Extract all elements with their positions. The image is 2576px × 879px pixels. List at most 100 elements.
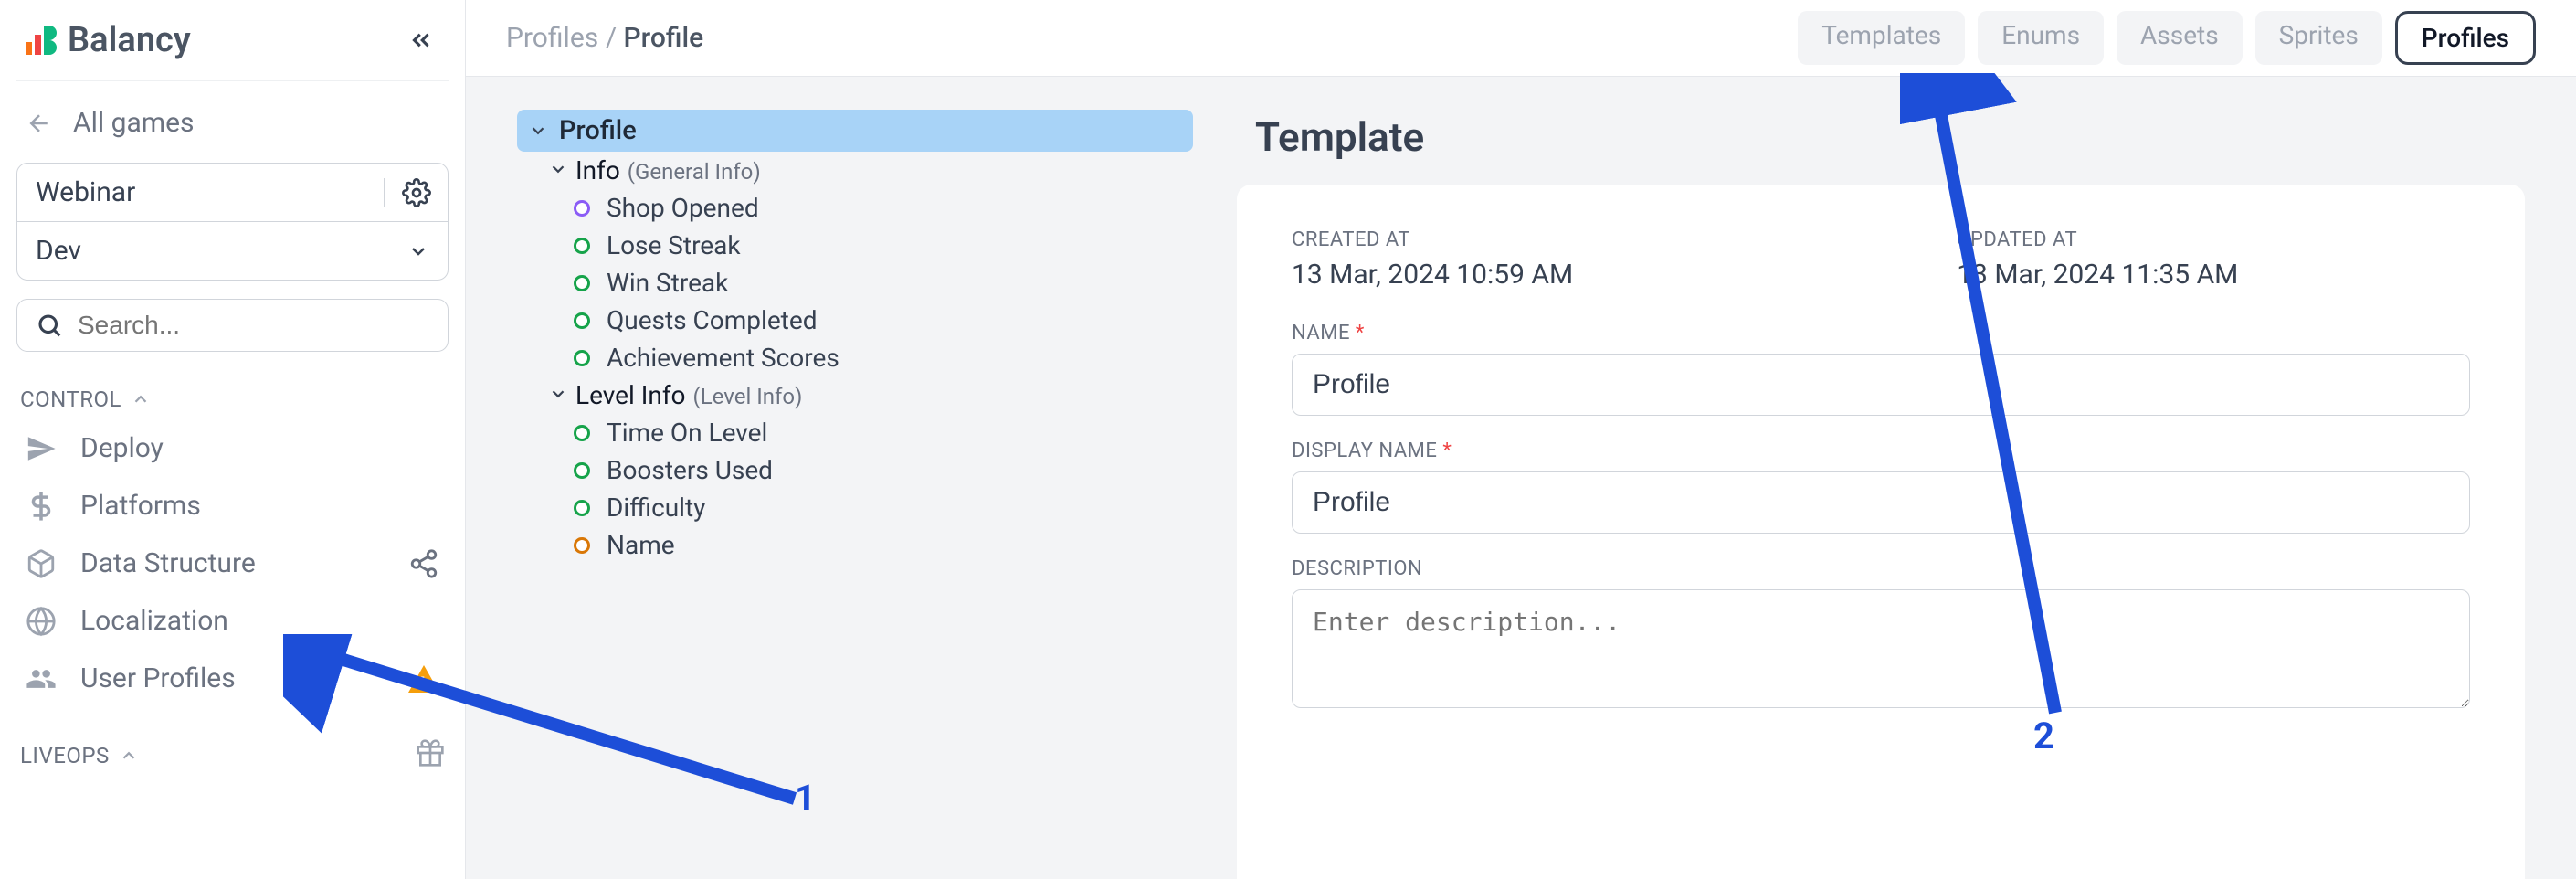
back-label: All games bbox=[73, 107, 194, 139]
tree-group-sub: (Level Info) bbox=[693, 384, 803, 409]
section-liveops[interactable]: LIVEOPS bbox=[16, 731, 449, 780]
tree-leaf[interactable]: Time On Level bbox=[548, 414, 1193, 451]
content: Profile Info (General Info) Shop Opened … bbox=[466, 77, 2576, 879]
tab-enums[interactable]: Enums bbox=[1978, 11, 2104, 65]
nav-label: User Profiles bbox=[80, 662, 236, 694]
nav-label: Platforms bbox=[80, 490, 201, 522]
chevron-down-icon bbox=[548, 159, 568, 179]
nav-label: Localization bbox=[80, 605, 228, 637]
template-card: CREATED AT 13 Mar, 2024 10:59 AM UPDATED… bbox=[1237, 185, 2525, 879]
sidebar-header: Balancy bbox=[16, 15, 449, 81]
leaf-label: Lose Streak bbox=[607, 230, 741, 260]
updated-meta: UPDATED AT 13 Mar, 2024 11:35 AM bbox=[1957, 228, 2238, 291]
tab-profiles[interactable]: Profiles bbox=[2395, 11, 2536, 65]
main-area: Profiles / Profile Templates Enums Asset… bbox=[466, 0, 2576, 879]
tree-panel: Profile Info (General Info) Shop Opened … bbox=[517, 110, 1193, 879]
form-panel: Template CREATED AT 13 Mar, 2024 10:59 A… bbox=[1237, 110, 2525, 879]
tab-sprites[interactable]: Sprites bbox=[2255, 11, 2382, 65]
section-control[interactable]: CONTROL bbox=[16, 379, 449, 419]
globe-icon bbox=[26, 606, 57, 637]
display-name-input[interactable] bbox=[1292, 471, 2470, 534]
chevron-down-icon bbox=[528, 121, 548, 141]
leaf-label: Difficulty bbox=[607, 492, 705, 523]
arrow-left-icon bbox=[26, 110, 53, 137]
tree-leaf[interactable]: Lose Streak bbox=[548, 227, 1193, 264]
name-label: NAME bbox=[1292, 322, 1350, 344]
name-input[interactable] bbox=[1292, 354, 2470, 416]
tree-leaf[interactable]: Boosters Used bbox=[548, 451, 1193, 489]
updated-value: 13 Mar, 2024 11:35 AM bbox=[1957, 259, 2238, 291]
tab-templates[interactable]: Templates bbox=[1798, 11, 1965, 65]
leaf-label: Shop Opened bbox=[607, 193, 759, 223]
gift-icon bbox=[416, 738, 445, 768]
cube-icon bbox=[26, 548, 57, 579]
page-title: Template bbox=[1237, 110, 2525, 185]
env-selector[interactable]: Dev bbox=[17, 221, 448, 280]
gift-button[interactable] bbox=[416, 738, 445, 773]
project-settings-button[interactable] bbox=[384, 178, 448, 207]
tree-group-levelinfo[interactable]: Level Info (Level Info) bbox=[548, 376, 1193, 414]
dot-icon bbox=[574, 537, 590, 554]
tree-root[interactable]: Profile bbox=[517, 110, 1193, 152]
chevron-up-icon bbox=[119, 746, 139, 766]
tree-leaf[interactable]: Win Streak bbox=[548, 264, 1193, 302]
collapse-sidebar-button[interactable] bbox=[401, 20, 441, 60]
dot-icon bbox=[574, 238, 590, 254]
brand[interactable]: Balancy bbox=[24, 20, 191, 60]
tree-leaf[interactable]: Quests Completed bbox=[548, 302, 1193, 339]
tree-leaf[interactable]: Achievement Scores bbox=[548, 339, 1193, 376]
project-selectors: Webinar Dev bbox=[16, 163, 449, 281]
chevron-down-icon bbox=[548, 384, 568, 404]
dot-icon bbox=[574, 275, 590, 291]
display-name-label: DISPLAY NAME bbox=[1292, 440, 1437, 462]
topbar: Profiles / Profile Templates Enums Asset… bbox=[466, 0, 2576, 77]
share-button[interactable] bbox=[408, 548, 439, 579]
dollar-icon bbox=[26, 491, 57, 522]
gear-icon bbox=[402, 178, 431, 207]
tree-leaf[interactable]: Shop Opened bbox=[548, 189, 1193, 227]
tree-root-label: Profile bbox=[559, 115, 637, 146]
description-input[interactable] bbox=[1292, 589, 2470, 708]
warning-icon bbox=[408, 665, 439, 693]
nav-deploy[interactable]: Deploy bbox=[16, 419, 449, 477]
leaf-label: Name bbox=[607, 530, 675, 560]
tree-group-info[interactable]: Info (General Info) bbox=[548, 152, 1193, 189]
leaf-label: Quests Completed bbox=[607, 305, 817, 335]
nav-platforms[interactable]: Platforms bbox=[16, 477, 449, 535]
meta-row: CREATED AT 13 Mar, 2024 10:59 AM UPDATED… bbox=[1292, 228, 2470, 291]
breadcrumb: Profiles / Profile bbox=[506, 22, 703, 54]
tabs: Templates Enums Assets Sprites Profiles bbox=[1798, 11, 2536, 65]
paper-plane-icon bbox=[26, 433, 57, 464]
created-label: CREATED AT bbox=[1292, 228, 1573, 251]
search-input[interactable] bbox=[78, 311, 429, 340]
tree-leaf[interactable]: Name bbox=[548, 526, 1193, 564]
tree: Profile Info (General Info) Shop Opened … bbox=[517, 110, 1193, 564]
created-meta: CREATED AT 13 Mar, 2024 10:59 AM bbox=[1292, 228, 1573, 291]
project-name: Webinar bbox=[36, 176, 135, 208]
leaf-label: Win Streak bbox=[607, 268, 728, 298]
share-icon bbox=[408, 548, 439, 579]
chevron-up-icon bbox=[131, 389, 151, 409]
nav-localization[interactable]: Localization bbox=[16, 592, 449, 650]
leaf-label: Boosters Used bbox=[607, 455, 773, 485]
tab-assets[interactable]: Assets bbox=[2117, 11, 2243, 65]
section-liveops-label: LIVEOPS bbox=[20, 743, 110, 768]
tree-leaf[interactable]: Difficulty bbox=[548, 489, 1193, 526]
leaf-label: Achievement Scores bbox=[607, 343, 839, 373]
nav-user-profiles[interactable]: User Profiles bbox=[16, 650, 449, 707]
back-all-games[interactable]: All games bbox=[16, 103, 449, 157]
field-display-name: DISPLAY NAME * bbox=[1292, 440, 2470, 534]
description-label: DESCRIPTION bbox=[1292, 557, 1422, 580]
field-description: DESCRIPTION bbox=[1292, 557, 2470, 712]
dot-icon bbox=[574, 462, 590, 479]
brand-name: Balancy bbox=[68, 20, 191, 60]
nav-data-structure[interactable]: Data Structure bbox=[16, 535, 449, 592]
required-marker: * bbox=[1442, 440, 1452, 462]
field-name: NAME * bbox=[1292, 322, 2470, 416]
created-value: 13 Mar, 2024 10:59 AM bbox=[1292, 259, 1573, 291]
annotation-number-2: 2 bbox=[2033, 715, 2054, 757]
dot-icon bbox=[574, 312, 590, 329]
breadcrumb-root[interactable]: Profiles bbox=[506, 22, 598, 54]
search-box[interactable] bbox=[16, 299, 449, 352]
project-selector[interactable]: Webinar bbox=[17, 164, 448, 221]
